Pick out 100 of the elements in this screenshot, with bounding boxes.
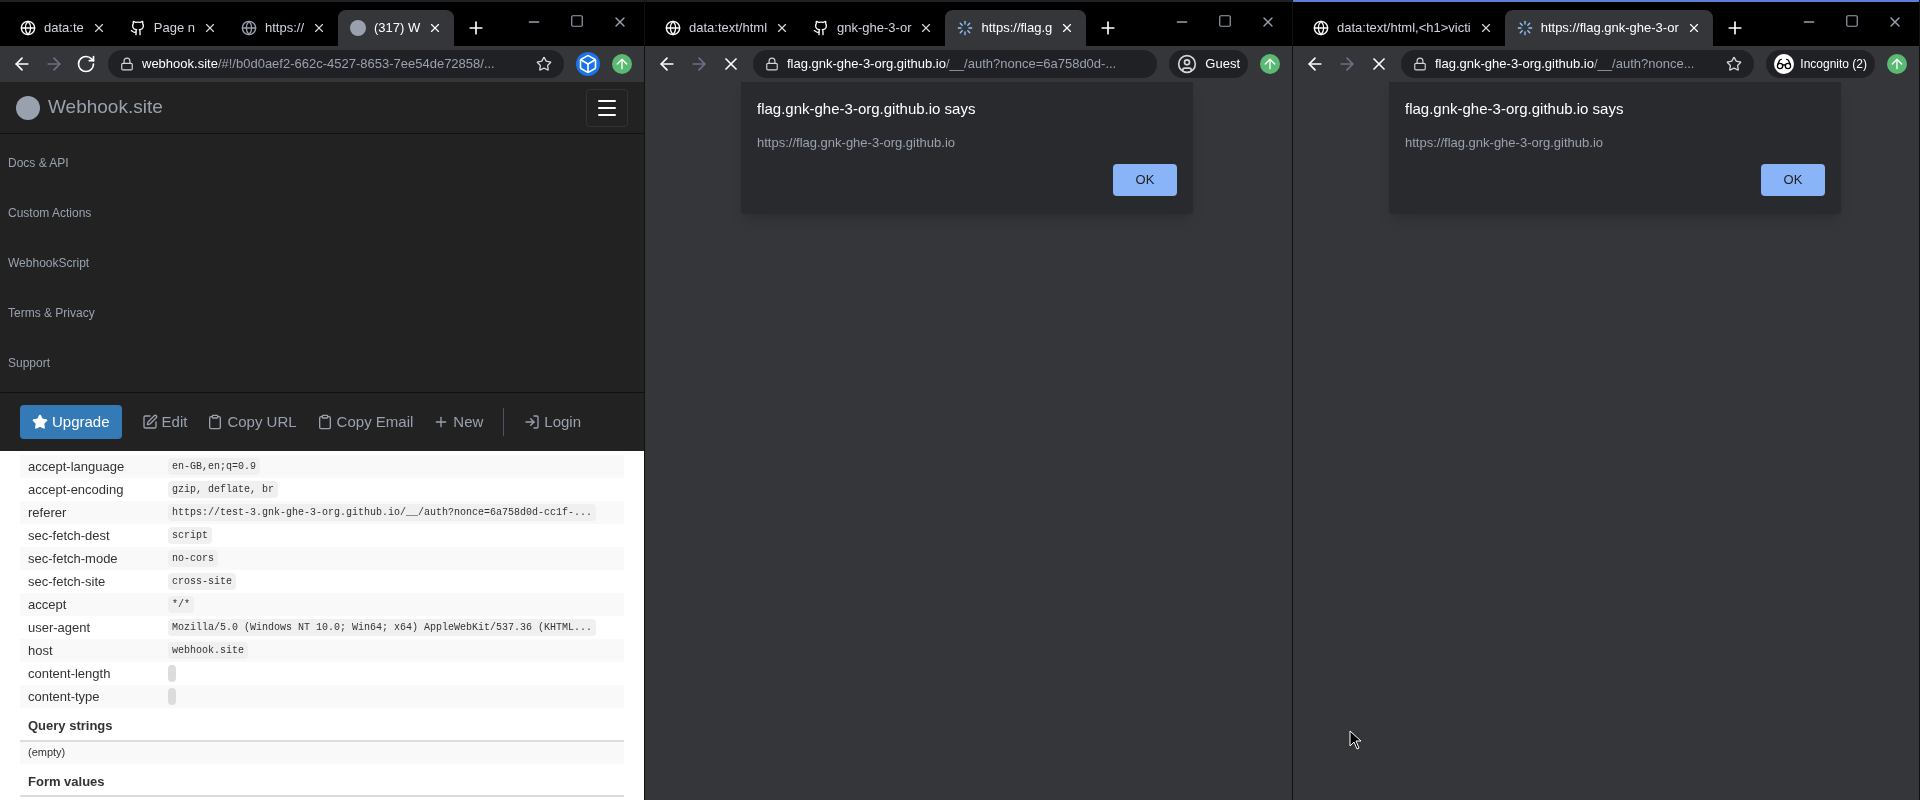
loading-spinner-icon: [957, 20, 974, 36]
close-tab-icon[interactable]: [312, 21, 326, 35]
dialog-message: https://flag.gnk-ghe-3-org.github.io: [757, 133, 956, 152]
update-icon[interactable]: [1887, 54, 1907, 74]
maximize-icon[interactable]: [570, 14, 584, 28]
globe-icon: [665, 20, 681, 36]
update-icon[interactable]: [612, 54, 632, 74]
header-name: user-agent: [27, 618, 92, 637]
empty-text: (empty): [27, 745, 66, 761]
header-name: accept: [27, 595, 68, 614]
toolbar-button[interactable]: New: [433, 410, 484, 434]
header-value: script: [168, 527, 212, 544]
clipboard-icon: [316, 414, 333, 430]
header-name: content-type: [27, 687, 101, 706]
upgrade-button[interactable]: Upgrade: [20, 405, 122, 439]
github-icon: [129, 20, 146, 36]
header-value: */*: [168, 596, 194, 613]
header-name: sec-fetch-site: [27, 572, 107, 591]
edit-icon: [141, 414, 158, 430]
reload-icon[interactable]: [76, 54, 96, 74]
globe-icon: [1313, 20, 1329, 36]
url-path: /__/auth?nonce=6a758d0d-...: [946, 55, 1117, 74]
browser-tab[interactable]: data:text/html,<h1>victi: [1301, 10, 1505, 46]
url-host: flag.gnk-ghe-3-org.github.io: [787, 55, 946, 74]
globe-icon: [240, 20, 257, 36]
empty-value-chip: [168, 688, 176, 705]
header-value: gzip, deflate, br: [168, 481, 279, 498]
tab-title: (317) W: [374, 19, 421, 38]
browser-tab[interactable]: (317) W: [338, 10, 455, 46]
incognito-icon: [1774, 54, 1795, 74]
header-value: no-cors: [168, 550, 218, 567]
menu-button[interactable]: [586, 88, 628, 127]
tab-title: data:text/html: [689, 19, 768, 38]
dialog-title: flag.gnk-ghe-3-org.github.io says: [757, 99, 977, 119]
dialog-message: https://flag.gnk-ghe-3-org.github.io: [1405, 133, 1604, 152]
loading-spinner-icon: [1516, 20, 1533, 36]
header-name: sec-fetch-dest: [27, 526, 111, 545]
lock-icon: [120, 57, 134, 71]
section-heading: Form values: [20, 771, 624, 797]
header-name: host: [27, 641, 54, 660]
browser-tab[interactable]: https://flag.gnk-ghe-3-or: [1504, 10, 1713, 46]
update-icon[interactable]: [1260, 54, 1280, 74]
url-host: flag.gnk-ghe-3-org.github.io: [1435, 55, 1594, 74]
browser-tab[interactable]: https://flag.g: [945, 10, 1087, 46]
tab-title: https://flag.gnk-ghe-3-or: [1540, 19, 1679, 38]
lock-icon: [1413, 57, 1427, 71]
tab-title: data:text/html,<h1>victi: [1337, 19, 1471, 38]
nav-link[interactable]: Support: [0, 338, 644, 388]
profile-button[interactable]: Guest: [1169, 50, 1248, 78]
browser-tab[interactable]: data:te: [8, 10, 118, 46]
url-host: webhook.site: [142, 55, 218, 74]
tab-title: https://flag.g: [981, 19, 1053, 38]
header-value: webhook.site: [168, 642, 248, 659]
toolbar-button[interactable]: Login: [524, 410, 582, 434]
toolbar-button[interactable]: Edit: [141, 410, 188, 434]
header-value: cross-site: [168, 573, 236, 590]
maximize-icon[interactable]: [1218, 14, 1232, 28]
header-name: accept-language: [27, 457, 126, 476]
tab-title: data:te: [44, 19, 84, 38]
ok-button[interactable]: OK: [1761, 164, 1825, 196]
url-path: /#!/b0d0aef2-662c-4527-8653-7ee54de72858/...: [217, 55, 495, 74]
bookmark-icon[interactable]: [1726, 56, 1743, 72]
browser-tab[interactable]: data:text/html: [653, 10, 802, 46]
header-name: accept-encoding: [27, 480, 125, 499]
login-icon: [524, 414, 541, 430]
browser-tab[interactable]: Page n: [117, 10, 229, 46]
dialog-title: flag.gnk-ghe-3-org.github.io says: [1405, 99, 1625, 119]
globe-icon: [20, 20, 36, 36]
tab-title: Page n: [153, 19, 195, 38]
bookmark-icon[interactable]: [536, 56, 552, 72]
lock-icon: [765, 57, 779, 71]
url-path: /__/auth?nonce...: [1594, 55, 1695, 74]
empty-value-chip: [168, 665, 176, 682]
nav-link[interactable]: Docs & API: [0, 138, 644, 188]
ok-button[interactable]: OK: [1113, 164, 1177, 196]
profile-button[interactable]: Incognito (2): [1766, 50, 1875, 78]
cube-avatar-icon[interactable]: [576, 52, 600, 76]
header-value: en-GB,en;q=0.9: [168, 458, 260, 475]
github-icon: [813, 20, 830, 36]
address-bar[interactable]: flag.gnk-ghe-3-org.github.io/__/auth?nonce...: [1401, 50, 1755, 78]
header-value: Mozilla/5.0 (Windows NT 10.0; Win64; x64) AppleWebKit/537.36 (KHTML...: [168, 619, 597, 636]
brand-title[interactable]: Webhook.site: [48, 93, 163, 122]
address-bar[interactable]: flag.gnk-ghe-3-org.github.io/__/auth?nonce=6a758d0d-...: [753, 50, 1158, 78]
nav-link[interactable]: WebhookScript: [0, 238, 644, 288]
tab-title: https://: [264, 19, 304, 38]
star-icon: [32, 414, 48, 430]
header-name: referer: [27, 503, 68, 522]
header-name: sec-fetch-mode: [27, 549, 119, 568]
person-icon: [1177, 54, 1198, 74]
browser-tab[interactable]: gnk-ghe-3-or: [801, 10, 946, 46]
clipboard-icon: [207, 414, 224, 430]
browser-tab[interactable]: https://: [228, 10, 338, 46]
header-name: content-length: [27, 664, 112, 683]
address-bar[interactable]: webhook.site/#!/b0d0aef2-662c-4527-8653-7ee54de72858/...: [108, 50, 564, 78]
nav-link[interactable]: Custom Actions: [0, 188, 644, 238]
nav-link[interactable]: Terms & Privacy: [0, 288, 644, 338]
tab-title: gnk-ghe-3-or: [837, 19, 912, 38]
maximize-icon[interactable]: [1845, 14, 1859, 28]
toolbar-button[interactable]: Copy Email: [316, 410, 414, 434]
toolbar-button[interactable]: Copy URL: [207, 410, 297, 434]
